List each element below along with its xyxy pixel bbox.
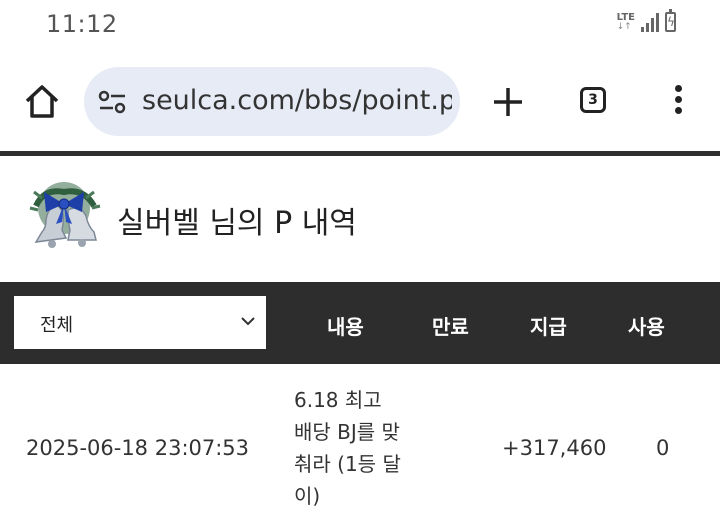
column-header-used: 사용 (628, 315, 665, 339)
row-earned: +317,460 (502, 436, 607, 460)
christmas-bell-avatar (29, 182, 101, 248)
page-title: 실버벨 님의 P 내역 (117, 206, 357, 241)
column-header-earned: 지급 (530, 315, 567, 339)
home-icon[interactable] (22, 82, 62, 122)
column-header-expire: 만료 (432, 315, 469, 339)
row-description: 6.18 최고 배당 BJ를 맞춰라 (1등 달이) (294, 388, 401, 508)
site-settings-icon[interactable] (98, 89, 128, 115)
toolbar-divider (0, 151, 720, 156)
page-header: 실버벨 님의 P 내역 (0, 158, 720, 280)
table-header: 전체 내용 만료 지급 사용 (0, 282, 720, 364)
status-icons: LTE ↓↑ ϟ (616, 9, 676, 32)
url-text[interactable]: seulca.com/bbs/point.p (142, 85, 452, 116)
filter-select-value: 전체 (40, 315, 74, 336)
lte-icon: LTE ↓↑ (616, 12, 635, 32)
status-bar: 11:12 LTE ↓↑ ϟ (0, 0, 720, 52)
address-bar[interactable]: seulca.com/bbs/point.p (84, 67, 460, 136)
more-vert-icon[interactable] (672, 82, 684, 122)
browser-toolbar: seulca.com/bbs/point.p 3 (0, 52, 720, 150)
column-header-content: 내용 (327, 315, 364, 339)
row-used: 0 (656, 436, 670, 460)
table-row: 2025-06-18 23:07:53 6.18 최고 배당 BJ를 맞춰라 (… (0, 364, 720, 523)
tab-switcher-button[interactable]: 3 (580, 87, 606, 113)
filter-select[interactable]: 전체 (14, 296, 266, 349)
chevron-down-icon (241, 317, 255, 326)
row-datetime: 2025-06-18 23:07:53 (26, 436, 250, 460)
signal-icon (641, 12, 659, 32)
battery-charging-icon: ϟ (665, 9, 676, 32)
status-time: 11:12 (46, 10, 118, 38)
new-tab-plus-icon[interactable] (490, 82, 526, 122)
